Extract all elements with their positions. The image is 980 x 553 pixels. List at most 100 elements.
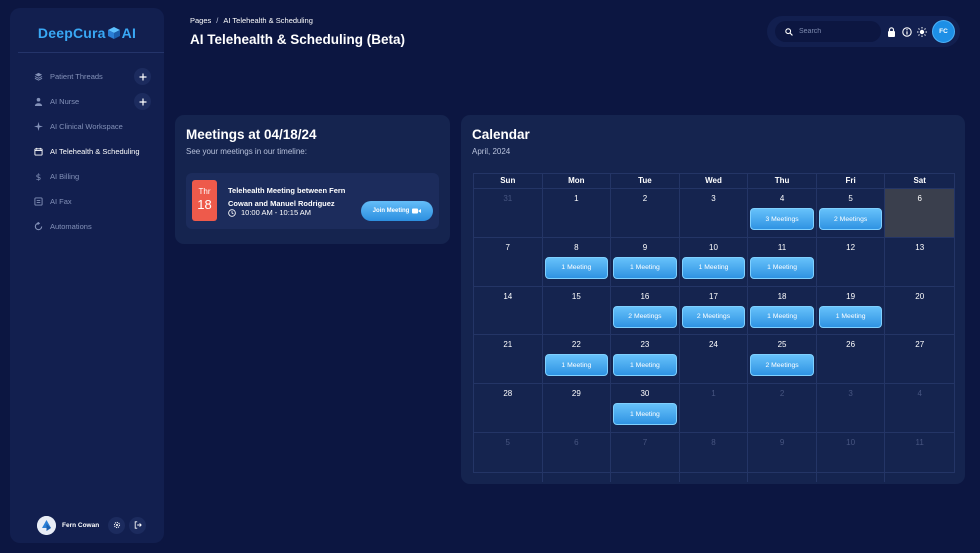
day-number: 2 <box>779 389 785 399</box>
calendar-day-cell[interactable]: 19 1 Meeting <box>816 286 886 336</box>
calendar-day-cell[interactable]: 4 <box>885 384 954 433</box>
calendar-day-cell[interactable]: 8 1 Meeting <box>542 237 612 287</box>
calendar-day-cell[interactable]: 2 <box>748 384 817 433</box>
meeting-count-button[interactable]: 2 Meetings <box>750 354 814 377</box>
search-box[interactable] <box>775 21 881 42</box>
page-title: AI Telehealth & Scheduling (Beta) <box>190 32 406 47</box>
day-number: 30 <box>640 389 650 399</box>
meeting-count-button[interactable]: 2 Meetings <box>681 305 746 328</box>
calendar-day-cell[interactable]: 27 <box>885 335 954 385</box>
calendar-day-cell[interactable]: 21 <box>474 335 543 385</box>
sidebar-item-ai-nurse[interactable]: AI Nurse <box>10 89 164 114</box>
user-avatar[interactable]: FC <box>932 20 955 43</box>
meeting-count-button[interactable]: 1 Meeting <box>613 256 677 279</box>
video-camera-icon <box>412 208 422 214</box>
meeting-count-button[interactable]: 1 Meeting <box>750 305 814 328</box>
calendar-day-cell[interactable]: 17 2 Meetings <box>679 286 749 336</box>
sidebar-nav: Patient Threads AI Nurse AI Clinical Wor… <box>10 64 164 239</box>
day-number: 15 <box>571 291 581 301</box>
meetings-panel: Meetings at 04/18/24 See your meetings i… <box>175 115 450 244</box>
calendar-day-cell[interactable]: 22 1 Meeting <box>542 335 612 385</box>
meeting-count-button[interactable]: 1 Meeting <box>613 354 677 377</box>
calendar-day-cell[interactable]: 31 <box>474 189 543 238</box>
day-number: 19 <box>846 291 856 301</box>
sidebar-item-ai-clinical-workspace[interactable]: AI Clinical Workspace <box>10 114 164 139</box>
meeting-count-button[interactable]: 1 Meeting <box>681 256 746 279</box>
breadcrumb-root[interactable]: Pages <box>190 16 211 25</box>
day-number: 5 <box>505 437 510 447</box>
add-patient-thread-button[interactable] <box>134 68 151 85</box>
calendar-day-cell[interactable]: 20 <box>885 287 954 336</box>
calendar-day-cell[interactable]: 5 2 Meetings <box>816 189 886 238</box>
sidebar-item-ai-fax[interactable]: AI Fax <box>10 189 164 214</box>
calendar-day-cell[interactable]: 13 <box>885 238 954 287</box>
meeting-count-button[interactable]: 1 Meeting <box>613 403 677 426</box>
meeting-date-badge: Thr 18 <box>192 180 217 221</box>
logout-button[interactable] <box>129 516 147 534</box>
day-number: 21 <box>503 340 513 350</box>
calendar-day-cell[interactable]: 28 <box>474 384 543 433</box>
sidebar-item-label: AI Billing <box>50 172 80 181</box>
calendar-day-cell[interactable]: 12 <box>816 237 886 287</box>
calendar-day-cell[interactable]: 14 <box>474 286 543 336</box>
sidebar-item-label: AI Clinical Workspace <box>50 122 123 131</box>
info-icon[interactable] <box>901 26 912 37</box>
sidebar: DeepCura AI Patient Threads AI Nurse AI C… <box>10 8 164 543</box>
calendar-day-cell[interactable]: 1 <box>542 189 612 238</box>
calendar-day-cell[interactable]: 8 <box>680 432 749 482</box>
sun-icon[interactable] <box>916 26 927 37</box>
calendar-day-cell[interactable]: 25 2 Meetings <box>748 335 817 385</box>
sidebar-item-patient-threads[interactable]: Patient Threads <box>10 64 164 89</box>
sidebar-item-label: Automations <box>50 222 92 231</box>
calendar-day-cell[interactable]: 5 <box>474 432 543 482</box>
calendar-day-cell[interactable]: 11 1 Meeting <box>748 237 817 287</box>
lock-icon[interactable] <box>886 26 897 37</box>
calendar-day-cell[interactable]: 30 1 Meeting <box>611 384 680 433</box>
search-input[interactable] <box>799 28 879 35</box>
meeting-count-button[interactable]: 2 Meetings <box>818 208 883 230</box>
calendar-day-cell[interactable]: 7 <box>474 237 543 287</box>
meeting-count-button[interactable]: 1 Meeting <box>818 305 883 328</box>
meeting-count-button[interactable]: 1 Meeting <box>750 256 814 279</box>
calendar-day-cell[interactable]: 1 <box>679 384 749 433</box>
settings-button[interactable] <box>108 516 126 534</box>
calendar-day-cell-today[interactable]: 6 <box>885 189 954 238</box>
meeting-count-button[interactable]: 2 Meetings <box>613 305 677 328</box>
calendar-day-cell[interactable]: 2 <box>611 189 680 238</box>
calendar-day-cell[interactable]: 16 2 Meetings <box>611 286 680 336</box>
sidebar-item-label: AI Telehealth & Scheduling <box>50 147 140 156</box>
sidebar-user: Fern Cowan <box>37 515 147 535</box>
meeting-count-button[interactable]: 3 Meetings <box>750 208 814 230</box>
meeting-count-button[interactable]: 1 Meeting <box>544 256 609 279</box>
calendar-day-cell[interactable]: 15 <box>542 286 612 336</box>
top-toolbar: FC <box>767 16 960 47</box>
calendar-day-cell[interactable]: 23 1 Meeting <box>611 335 680 385</box>
calendar-day-cell[interactable]: 11 <box>885 433 954 482</box>
calendar-day-cell[interactable]: 9 1 Meeting <box>611 237 680 287</box>
calendar-day-cell[interactable]: 26 <box>816 335 886 385</box>
calendar-day-cell[interactable]: 3 <box>679 189 749 238</box>
calendar-day-cell[interactable]: 3 <box>816 384 886 433</box>
sidebar-item-ai-billing[interactable]: $ AI Billing <box>10 164 164 189</box>
sidebar-item-ai-telehealth-scheduling[interactable]: AI Telehealth & Scheduling <box>10 139 164 164</box>
calendar-day-cell[interactable]: 7 <box>611 432 680 482</box>
avatar[interactable] <box>37 515 56 535</box>
add-ai-nurse-button[interactable] <box>134 93 151 110</box>
calendar-day-cell[interactable]: 18 1 Meeting <box>748 286 817 336</box>
calendar-day-cell[interactable]: 4 3 Meetings <box>748 189 817 238</box>
calendar-day-cell[interactable]: 24 <box>679 335 749 385</box>
day-number: 25 <box>777 340 787 350</box>
join-meeting-button[interactable]: Join Meeting <box>361 201 433 221</box>
calendar-day-cell[interactable]: 10 <box>817 432 886 482</box>
calendar-day-cell[interactable]: 10 1 Meeting <box>679 237 749 287</box>
day-number: 12 <box>846 242 856 252</box>
sidebar-item-automations[interactable]: Automations <box>10 214 164 239</box>
gear-icon <box>113 521 120 529</box>
calendar-day-cell[interactable]: 29 <box>542 384 612 433</box>
meeting-count-button[interactable]: 1 Meeting <box>544 354 609 377</box>
day-number: 7 <box>642 437 648 447</box>
calendar-day-cell[interactable]: 6 <box>543 432 612 482</box>
calendar-day-cell[interactable]: 9 <box>748 432 817 482</box>
day-number: 11 <box>777 242 787 252</box>
app-logo[interactable]: DeepCura AI <box>10 25 164 43</box>
